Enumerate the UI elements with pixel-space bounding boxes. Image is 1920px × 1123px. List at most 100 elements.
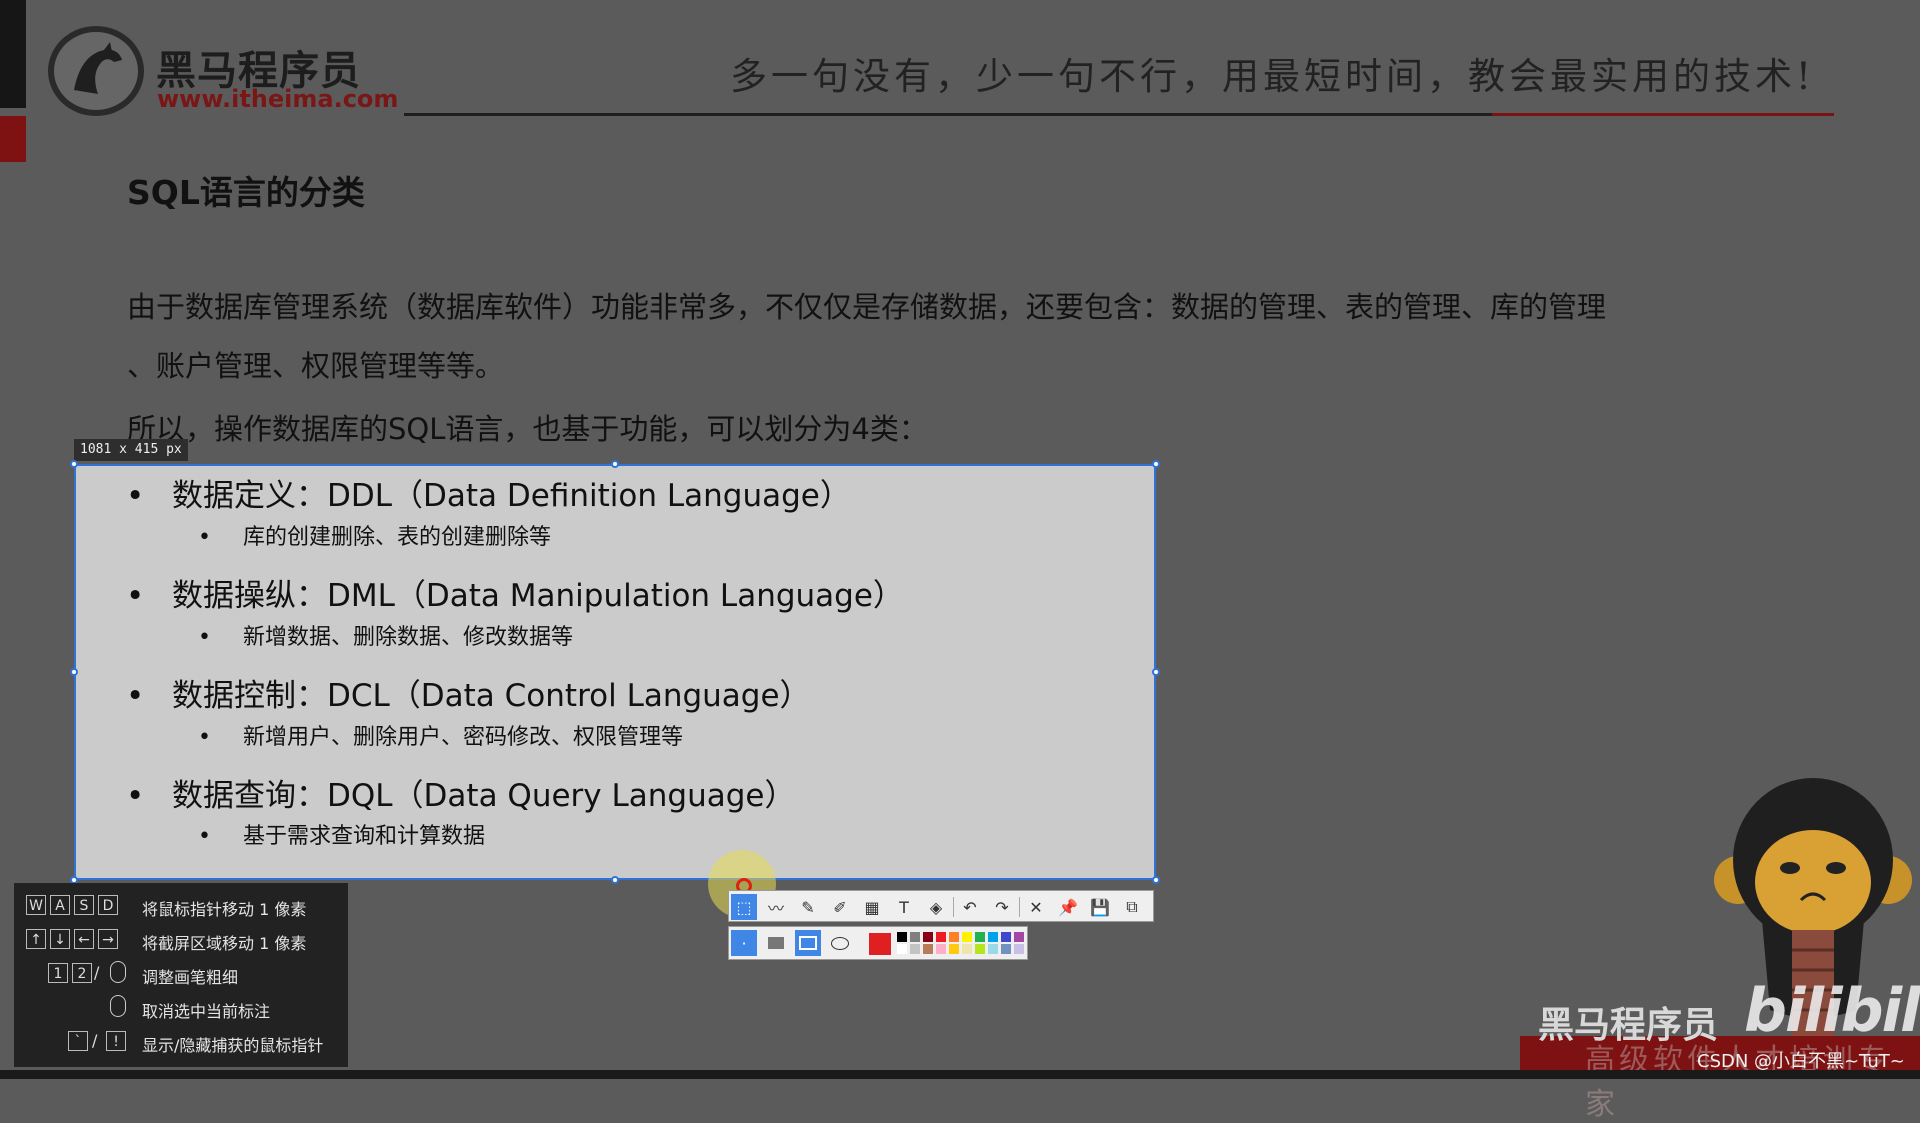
text-icon[interactable]: T <box>891 894 917 920</box>
sub-bullet-text: 库的创建删除、表的创建删除等 <box>243 525 552 550</box>
filled-rect-icon[interactable] <box>763 930 789 956</box>
ellipse-icon[interactable] <box>827 930 853 956</box>
undo-icon[interactable]: ↶ <box>957 894 983 920</box>
copy-icon[interactable]: ⧉ <box>1119 894 1145 920</box>
color-swatch[interactable] <box>1001 932 1011 942</box>
shortcut-hints-panel: W A S D 将鼠标指针移动 1 像素 ↑ ↓ ← → 将截屏区域移动 1 像… <box>14 883 348 1067</box>
resize-handle-nw[interactable] <box>70 460 78 468</box>
polyline-icon[interactable]: 〰 <box>763 894 789 920</box>
rect-icon[interactable] <box>795 930 821 956</box>
sub-bullet-item: • 库的创建删除、表的创建删除等 <box>198 525 552 550</box>
color-swatch[interactable] <box>897 932 907 942</box>
key-down: ↓ <box>50 929 70 949</box>
key-w: W <box>26 895 46 915</box>
toolbar-separator <box>1019 897 1020 917</box>
close-icon[interactable]: ✕ <box>1023 894 1049 920</box>
marker-icon[interactable]: ✐ <box>827 894 853 920</box>
left-edge-accent <box>0 116 26 162</box>
color-swatch[interactable] <box>975 932 985 942</box>
color-swatch[interactable] <box>1001 944 1011 954</box>
color-swatch[interactable] <box>897 944 907 954</box>
color-swatch[interactable] <box>1014 932 1024 942</box>
color-palette <box>897 932 1027 956</box>
selection-size-label: 1081 x 415 px <box>74 439 188 461</box>
mouse-icon <box>110 995 126 1017</box>
left-edge-bar <box>0 0 26 108</box>
bullet-item: • 数据控制：DCL（Data Control Language） <box>126 678 811 714</box>
color-swatch[interactable] <box>988 944 998 954</box>
color-swatch[interactable] <box>923 944 933 954</box>
bullet-text: 数据查询：DQL（Data Query Language） <box>172 778 796 814</box>
key-separator: / <box>92 1031 98 1050</box>
style-toolbar: · <box>728 926 1028 960</box>
sub-bullet-text: 新增用户、删除用户、密码修改、权限管理等 <box>243 725 684 750</box>
paragraph-line-1: 由于数据库管理系统（数据库软件）功能非常多，不仅仅是存储数据，还要包含：数据的管… <box>127 290 1607 324</box>
key-up: ↑ <box>26 929 46 949</box>
select-icon[interactable]: ⬚ <box>731 894 757 920</box>
resize-handle-s[interactable] <box>611 876 619 884</box>
redo-icon[interactable]: ↷ <box>989 894 1015 920</box>
pin-icon[interactable]: 📌 <box>1055 894 1081 920</box>
key-s: S <box>74 895 94 915</box>
bullet-item: • 数据查询：DQL（Data Query Language） <box>126 778 796 814</box>
save-icon[interactable]: 💾 <box>1087 894 1113 920</box>
resize-handle-e[interactable] <box>1152 668 1160 676</box>
eraser-icon[interactable]: ◈ <box>923 894 949 920</box>
paragraph-line-2: 、账户管理、权限管理等等。 <box>127 349 505 383</box>
key-backtick: ` <box>68 1031 88 1051</box>
sub-bullet-item: • 新增用户、删除用户、密码修改、权限管理等 <box>198 725 684 750</box>
key-exclaim: ! <box>106 1031 126 1051</box>
key-1: 1 <box>48 963 68 983</box>
color-swatch[interactable] <box>1014 944 1024 954</box>
color-swatch[interactable] <box>949 932 959 942</box>
annotation-toolbar: ⬚ 〰 ✎ ✐ ▦ T ◈ ↶ ↷ ✕ 📌 💾 ⧉ <box>728 890 1154 922</box>
bilibili-watermark: bilibili <box>1744 976 1920 1046</box>
resize-handle-w[interactable] <box>70 668 78 676</box>
horse-logo-icon <box>74 42 122 94</box>
bullet-text: 数据定义：DDL（Data Definition Language） <box>172 478 851 514</box>
header-rule-accent <box>1492 113 1834 116</box>
slide-title: SQL语言的分类 <box>127 173 365 212</box>
color-swatch[interactable] <box>988 932 998 942</box>
bottom-strip <box>0 1070 1920 1079</box>
brand-url: www.itheima.com <box>157 85 399 113</box>
hint-text: 显示/隐藏捕获的鼠标指针 <box>142 1036 324 1055</box>
color-swatch[interactable] <box>936 944 946 954</box>
key-d: D <box>98 895 118 915</box>
hint-text: 取消选中当前标注 <box>142 1002 271 1021</box>
key-separator: / <box>94 963 100 982</box>
color-swatch[interactable] <box>962 932 972 942</box>
dot-size-icon[interactable]: · <box>731 930 757 956</box>
color-swatch[interactable] <box>975 944 985 954</box>
bullet-text: 数据控制：DCL（Data Control Language） <box>172 678 811 714</box>
color-swatch[interactable] <box>910 932 920 942</box>
slogan: 多一句没有，少一句不行，用最短时间，教会最实用的技术! <box>730 55 1815 98</box>
resize-handle-ne[interactable] <box>1152 460 1160 468</box>
resize-handle-n[interactable] <box>611 460 619 468</box>
hint-text: 将鼠标指针移动 1 像素 <box>142 900 307 919</box>
key-a: A <box>50 895 70 915</box>
mouse-icon <box>110 961 126 983</box>
key-2: 2 <box>72 963 92 983</box>
hint-text: 调整画笔粗细 <box>142 968 239 987</box>
key-right: → <box>98 929 118 949</box>
bullet-item: • 数据定义：DDL（Data Definition Language） <box>126 478 851 514</box>
paragraph-line-3: 所以，操作数据库的SQL语言，也基于功能，可以划分为4类： <box>127 412 928 446</box>
resize-handle-se[interactable] <box>1152 876 1160 884</box>
hint-text: 将截屏区域移动 1 像素 <box>142 934 307 953</box>
sub-bullet-text: 新增数据、删除数据、修改数据等 <box>243 625 574 650</box>
sub-bullet-item: • 基于需求查询和计算数据 <box>198 824 486 849</box>
current-color-swatch[interactable] <box>869 933 891 955</box>
color-swatch[interactable] <box>936 932 946 942</box>
pen-icon[interactable]: ✎ <box>795 894 821 920</box>
bullet-text: 数据操纵：DML（Data Manipulation Language） <box>172 578 904 614</box>
color-swatch[interactable] <box>949 944 959 954</box>
sub-bullet-item: • 新增数据、删除数据、修改数据等 <box>198 625 574 650</box>
sub-bullet-text: 基于需求查询和计算数据 <box>243 824 486 849</box>
toolbar-separator <box>953 897 954 917</box>
watermark-brand: 黑马程序员 <box>1538 1005 1719 1046</box>
color-swatch[interactable] <box>962 944 972 954</box>
color-swatch[interactable] <box>910 944 920 954</box>
mosaic-icon[interactable]: ▦ <box>859 894 885 920</box>
color-swatch[interactable] <box>923 932 933 942</box>
